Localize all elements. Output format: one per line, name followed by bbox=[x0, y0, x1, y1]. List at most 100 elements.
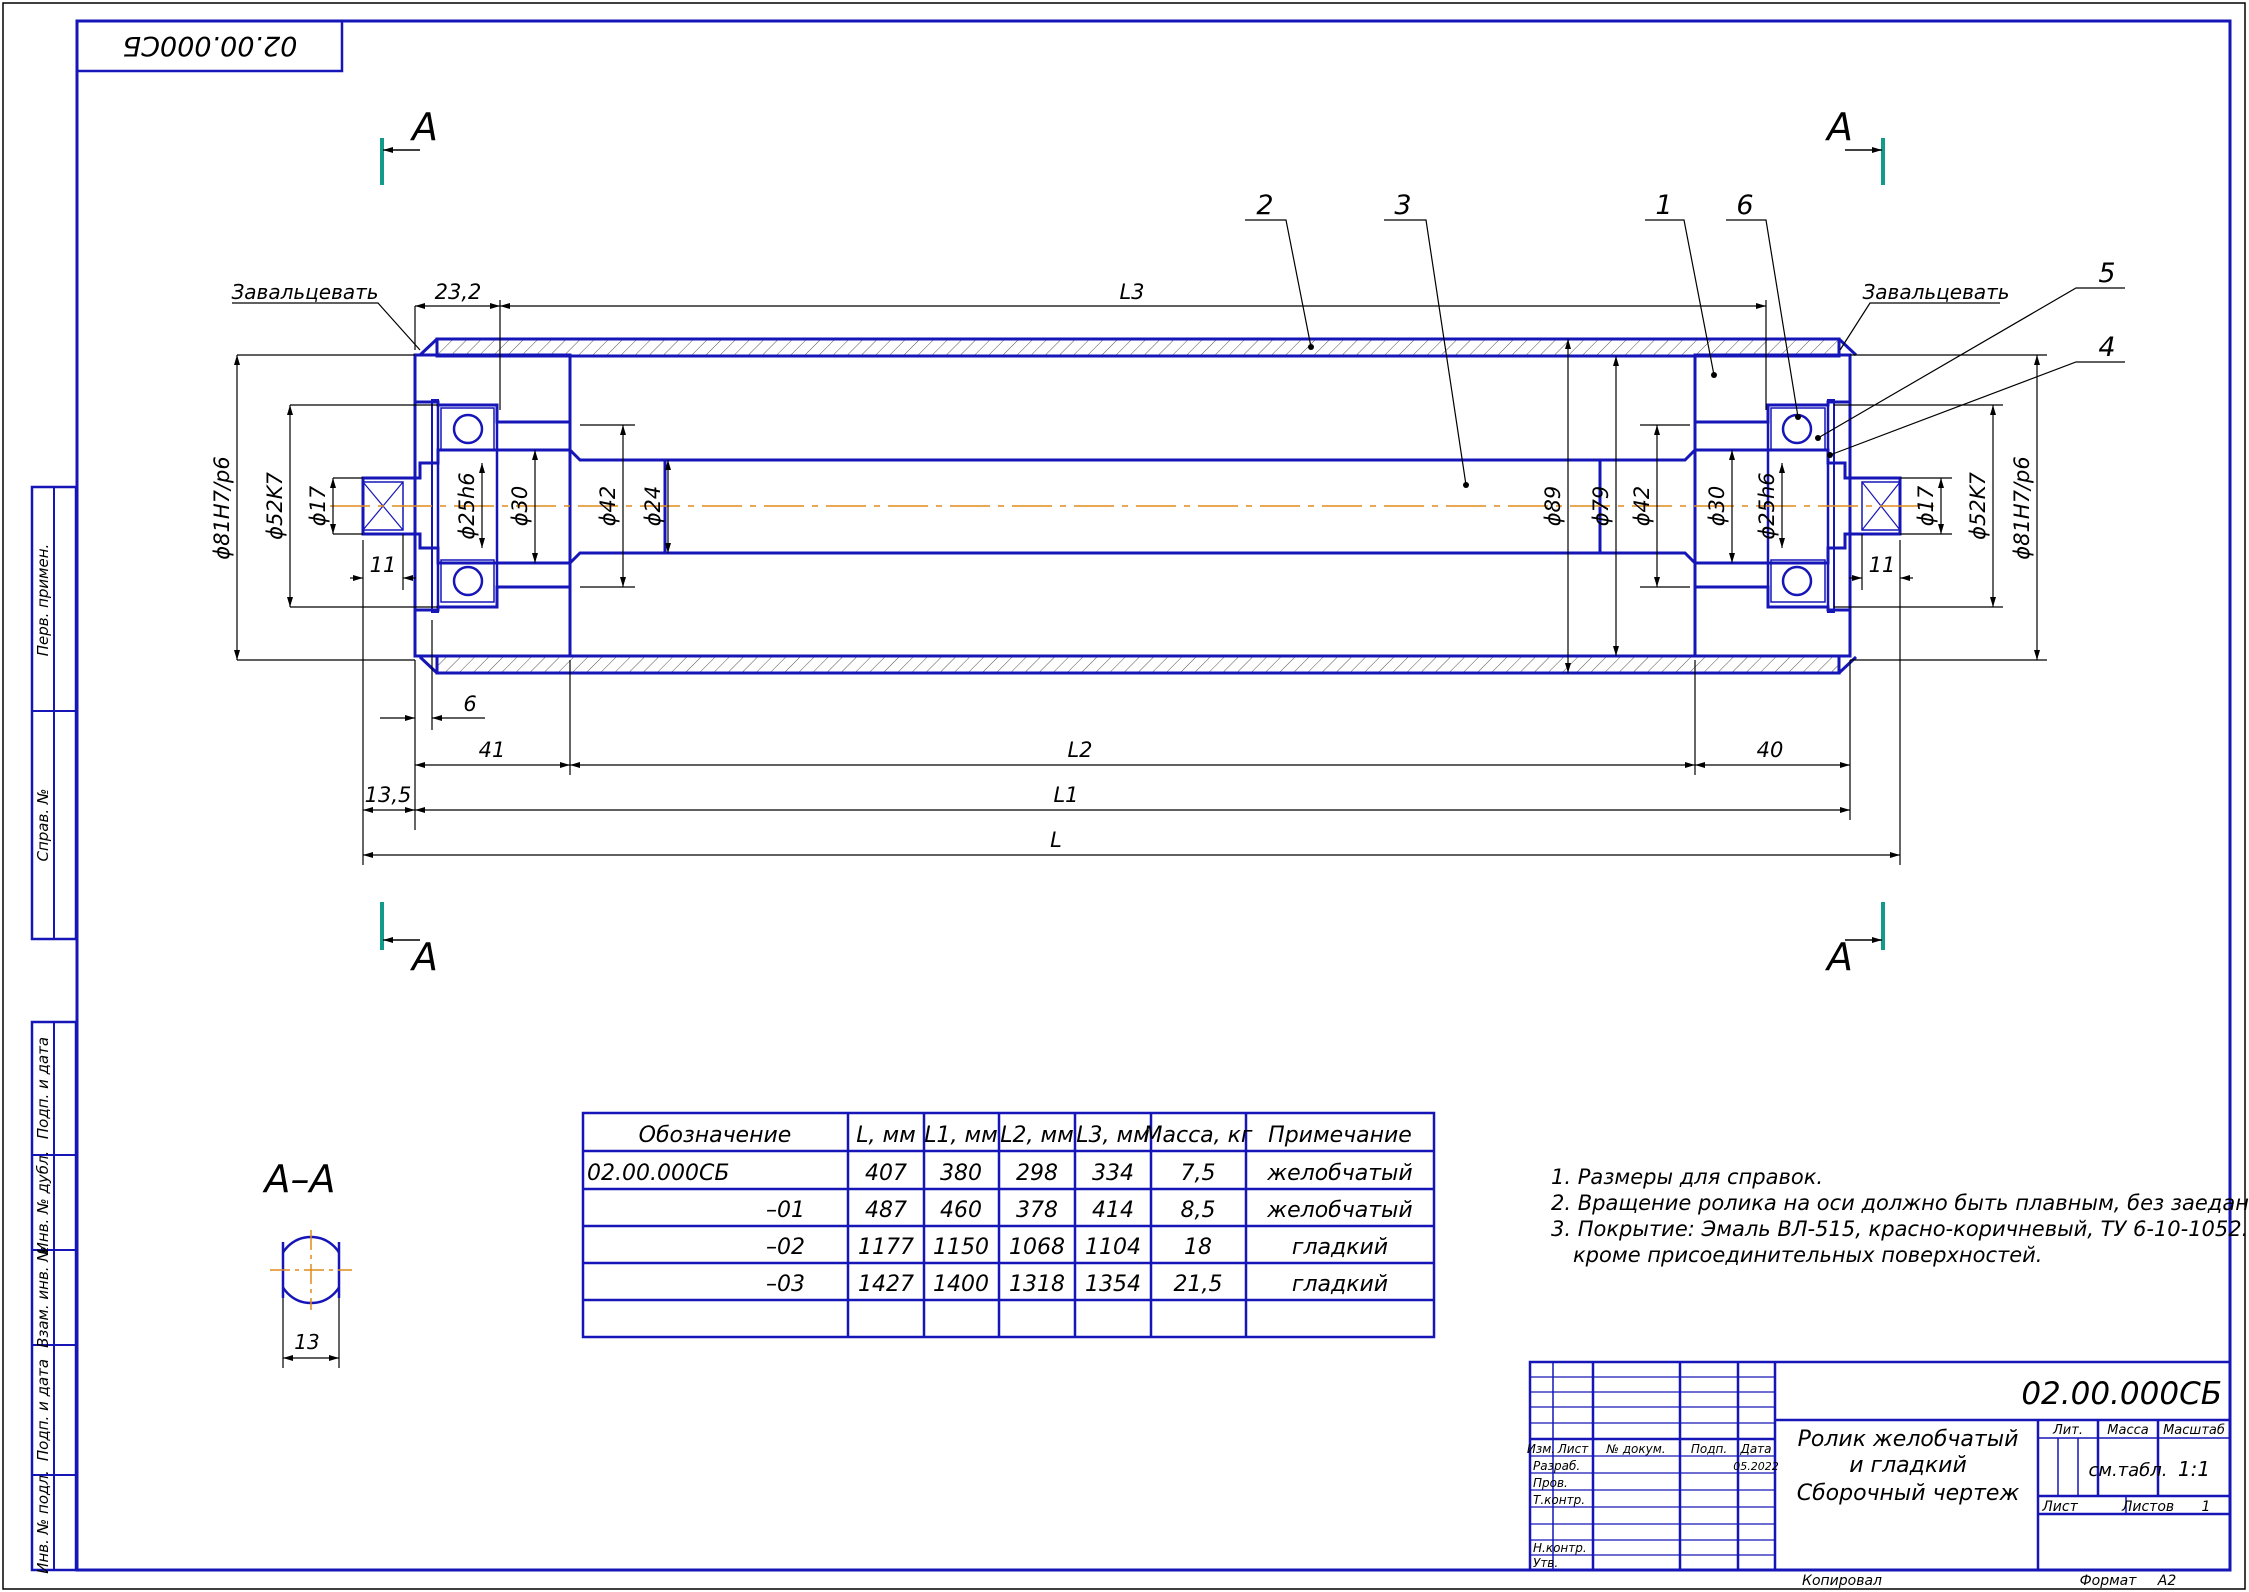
tb-designation: 02.00.000СБ bbox=[2021, 1376, 2222, 1412]
tb-col-date: Дата bbox=[1739, 1442, 1771, 1456]
section-view-title: А–А bbox=[262, 1157, 336, 1201]
dim-d30-left: ϕ30 bbox=[508, 486, 532, 527]
dim-d30-right: ϕ30 bbox=[1705, 486, 1729, 527]
position-2: 2 bbox=[1256, 190, 1273, 221]
tb-row-razrab: Разраб. bbox=[1533, 1459, 1580, 1473]
th-L1: L1, мм bbox=[924, 1123, 997, 1148]
dim-13-5: 13,5 bbox=[365, 783, 412, 807]
td-3-0: –03 bbox=[766, 1272, 805, 1297]
dim-d25-left: ϕ25h6 bbox=[455, 472, 479, 539]
td-0-1: 407 bbox=[865, 1161, 907, 1186]
side-label-dubl: Инв. № дубл. bbox=[34, 1151, 52, 1254]
tb-scale-value: 1:1 bbox=[2178, 1457, 2210, 1481]
tb-col-podp: Подп. bbox=[1691, 1442, 1727, 1456]
side-label-sprav: Справ. № bbox=[34, 789, 52, 862]
tb-row-nkontr: Н.контр. bbox=[1533, 1541, 1587, 1555]
th-L: L, мм bbox=[856, 1123, 915, 1148]
dim-L1: L1 bbox=[1053, 783, 1078, 807]
dim-41: 41 bbox=[479, 738, 506, 762]
tb-mass-value: см.табл. bbox=[2088, 1460, 2167, 1481]
section-letter-br: А bbox=[1824, 935, 1853, 979]
td-1-3: 378 bbox=[1016, 1198, 1058, 1223]
td-2-5: 18 bbox=[1184, 1235, 1212, 1260]
tb-title-3: Сборочный чертеж bbox=[1797, 1481, 2020, 1506]
note-3: 3. Покрытие: Эмаль ВЛ-515, красно-коричн… bbox=[1551, 1217, 2249, 1241]
side-label-podp1: Подп. и дата bbox=[34, 1037, 52, 1139]
copied-label: Копировал bbox=[1802, 1573, 1882, 1589]
position-5: 5 bbox=[2098, 258, 2115, 289]
td-0-0: 02.00.000СБ bbox=[587, 1161, 729, 1186]
td-0-3: 298 bbox=[1016, 1161, 1058, 1186]
section-marks bbox=[380, 138, 1885, 950]
td-1-5: 8,5 bbox=[1181, 1198, 1216, 1223]
side-label-podl: Инв. № подл. bbox=[34, 1470, 52, 1573]
td-0-4: 334 bbox=[1092, 1161, 1134, 1186]
format-value: A2 bbox=[2157, 1573, 2177, 1589]
dim-d52-left: ϕ52K7 bbox=[263, 472, 287, 540]
tb-sheets-label: Листов bbox=[2121, 1499, 2174, 1515]
position-3: 3 bbox=[1394, 190, 1411, 221]
td-1-2: 460 bbox=[940, 1198, 982, 1223]
th-mass: Масса, кг bbox=[1144, 1123, 1253, 1148]
td-0-6: желобчатый bbox=[1266, 1161, 1412, 1186]
leader-roll-left: Завальцевать bbox=[231, 280, 378, 304]
position-4: 4 bbox=[2098, 332, 2115, 363]
tb-col-izm: Изм. bbox=[1527, 1442, 1555, 1456]
td-3-4: 1354 bbox=[1085, 1272, 1141, 1297]
td-0-2: 380 bbox=[940, 1161, 982, 1186]
tb-col-list: Лист bbox=[1557, 1442, 1589, 1456]
dim-40: 40 bbox=[1757, 738, 1784, 762]
dim-d89: ϕ89 bbox=[1541, 486, 1565, 527]
td-2-4: 1104 bbox=[1085, 1235, 1141, 1260]
tb-row-utv: Утв. bbox=[1533, 1556, 1558, 1570]
note-3-cont: кроме присоединительных поверхностей. bbox=[1573, 1243, 2042, 1267]
stamp-top-left: 02.00.000СБ bbox=[123, 30, 298, 61]
dim-d42-left: ϕ42 bbox=[596, 486, 620, 527]
tb-title-1: Ролик желобчатый bbox=[1798, 1427, 2019, 1452]
format-label: Формат bbox=[2080, 1573, 2138, 1589]
dim-11-right: 11 bbox=[1869, 553, 1896, 577]
tb-mass-label: Масса bbox=[2107, 1423, 2148, 1438]
tb-date: 05.2022 bbox=[1733, 1460, 1779, 1473]
dim-6: 6 bbox=[463, 692, 476, 716]
td-2-2: 1150 bbox=[933, 1235, 989, 1260]
section-letter-tr: А bbox=[1824, 105, 1853, 149]
tb-row-tkontr: Т.контр. bbox=[1533, 1493, 1585, 1507]
tb-sheet-label: Лист bbox=[2041, 1499, 2078, 1515]
td-3-3: 1318 bbox=[1009, 1272, 1065, 1297]
position-6: 6 bbox=[1736, 190, 1753, 221]
th-L2: L2, мм bbox=[1000, 1123, 1073, 1148]
td-3-2: 1400 bbox=[933, 1272, 989, 1297]
td-1-6: желобчатый bbox=[1266, 1198, 1412, 1223]
note-2: 2. Вращение ролика на оси должно быть пл… bbox=[1551, 1191, 2249, 1215]
dim-d79: ϕ79 bbox=[1589, 486, 1613, 527]
td-2-1: 1177 bbox=[858, 1235, 914, 1260]
side-label-vzam: Взам. инв. № bbox=[34, 1246, 52, 1348]
dim-L2: L2 bbox=[1067, 738, 1092, 762]
dim-d52-right: ϕ52K7 bbox=[1966, 472, 1990, 540]
note-1: 1. Размеры для справок. bbox=[1551, 1165, 1823, 1189]
tb-scale-label: Масштаб bbox=[2163, 1423, 2225, 1438]
dim-d81-left: ϕ81H7/p6 bbox=[210, 456, 234, 560]
tb-title-2: и гладкий bbox=[1849, 1453, 1967, 1478]
dim-d17-right: ϕ17 bbox=[1914, 485, 1938, 526]
dim-23-2: 23,2 bbox=[435, 280, 482, 304]
section-letter-tl: А bbox=[409, 105, 438, 149]
dim-d42-right: ϕ42 bbox=[1630, 486, 1654, 527]
td-2-6: гладкий bbox=[1292, 1235, 1388, 1260]
tb-col-docnum: № докум. bbox=[1605, 1442, 1665, 1456]
tb-row-prov: Пров. bbox=[1533, 1476, 1568, 1490]
td-0-5: 7,5 bbox=[1181, 1161, 1216, 1186]
dim-d24-left: ϕ24 bbox=[641, 486, 665, 527]
roller-view bbox=[330, 337, 1935, 675]
technical-notes: 1. Размеры для справок. 2. Вращение роли… bbox=[1551, 1165, 2249, 1267]
side-label-podp2: Подп. и дата bbox=[34, 1359, 52, 1461]
th-L3: L3, мм bbox=[1076, 1123, 1149, 1148]
leader-roll-right: Завальцевать bbox=[1862, 280, 2009, 304]
assembly-drawing: 02.00.000СБ Перв. примен. Справ. № Подп.… bbox=[2, 2, 2249, 1590]
td-3-5: 21,5 bbox=[1174, 1272, 1223, 1297]
th-designation: Обозначение bbox=[639, 1123, 792, 1148]
td-2-3: 1068 bbox=[1009, 1235, 1065, 1260]
tb-lit-label: Лит. bbox=[2052, 1423, 2083, 1438]
dim-d81-right: ϕ81H7/p6 bbox=[2010, 456, 2034, 560]
